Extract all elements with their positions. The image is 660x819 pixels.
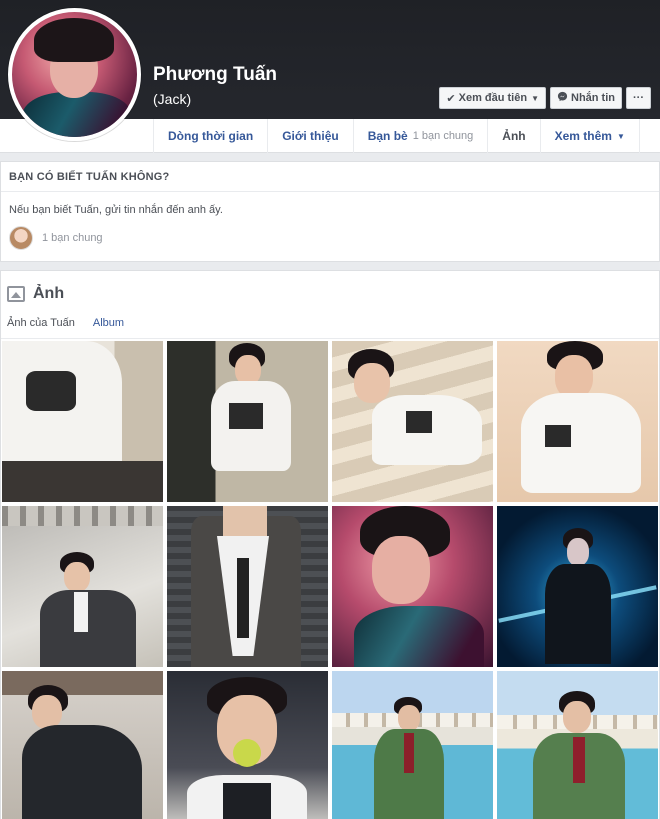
photo-thumbnail[interactable] — [497, 506, 658, 667]
more-icon: ··· — [633, 92, 644, 104]
photo-thumbnail[interactable] — [332, 671, 493, 819]
photo-grid — [2, 341, 660, 819]
photo-thumbnail[interactable] — [497, 341, 658, 502]
mutual-friends[interactable]: 1 bạn chung — [9, 226, 103, 250]
photos-title[interactable]: Ảnh — [33, 285, 64, 303]
tab-about[interactable]: Giới thiệu — [267, 119, 353, 153]
mutual-friend-avatar[interactable] — [9, 226, 33, 250]
profile-name[interactable]: Phương Tuấn — [153, 64, 277, 86]
tab-friends-mutual-count: 1 bạn chung — [412, 130, 474, 142]
profile-avatar[interactable] — [8, 8, 141, 141]
check-icon: ✔ — [446, 92, 456, 105]
photos-icon — [7, 286, 25, 302]
cover-actions: ✔ Xem đầu tiên ▼ Nhắn tin ··· — [435, 87, 651, 109]
chevron-down-icon: ▼ — [531, 93, 539, 103]
see-first-button[interactable]: ✔ Xem đầu tiên ▼ — [439, 87, 546, 109]
photo-thumbnail[interactable] — [2, 671, 163, 819]
tab-timeline-label: Dòng thời gian — [168, 129, 254, 143]
see-first-label: Xem đầu tiên — [458, 92, 528, 104]
do-you-know-card: BẠN CÓ BIẾT TUẤN KHÔNG? Nếu bạn biết Tuấ… — [0, 161, 660, 262]
more-options-button[interactable]: ··· — [626, 87, 651, 109]
photo-thumbnail[interactable] — [167, 341, 328, 502]
photo-thumbnail[interactable] — [2, 506, 163, 667]
tab-photos-label: Ảnh — [502, 129, 526, 143]
profile-page: Phương Tuấn (Jack) ✔ Xem đầu tiên ▼ Nhắn… — [0, 0, 660, 819]
tab-about-label: Giới thiệu — [282, 129, 339, 143]
mutual-friends-label: 1 bạn chung — [42, 232, 103, 244]
tab-more[interactable]: Xem thêm ▼ — [539, 119, 640, 153]
photo-thumbnail[interactable] — [497, 671, 658, 819]
tab-albums[interactable]: Album — [93, 317, 124, 329]
card-title: BẠN CÓ BIẾT TUẤN KHÔNG? — [1, 162, 659, 192]
photo-thumbnail[interactable] — [167, 506, 328, 667]
photo-thumbnail[interactable] — [2, 341, 163, 502]
tab-photos-of-user[interactable]: Ảnh của Tuấn — [7, 317, 75, 329]
message-label: Nhắn tin — [571, 92, 615, 104]
card-message: Nếu bạn biết Tuấn, gửi tin nhắn đến anh … — [9, 204, 223, 216]
tab-timeline[interactable]: Dòng thời gian — [153, 119, 267, 153]
tab-friends[interactable]: Bạn bè 1 bạn chung — [352, 119, 488, 153]
photos-section: Ảnh Ảnh của Tuấn Album — [0, 270, 660, 819]
chevron-down-icon: ▼ — [616, 131, 625, 141]
profile-alternate-name: (Jack) — [153, 91, 192, 107]
tab-photos[interactable]: Ảnh — [487, 119, 539, 153]
photo-thumbnail[interactable] — [332, 506, 493, 667]
photo-thumbnail[interactable] — [167, 671, 328, 819]
divider — [1, 338, 659, 339]
tab-more-label: Xem thêm — [554, 129, 612, 143]
messenger-icon — [557, 91, 568, 105]
tab-friends-label: Bạn bè — [367, 129, 408, 143]
message-button[interactable]: Nhắn tin — [550, 87, 622, 109]
photo-thumbnail[interactable] — [332, 341, 493, 502]
